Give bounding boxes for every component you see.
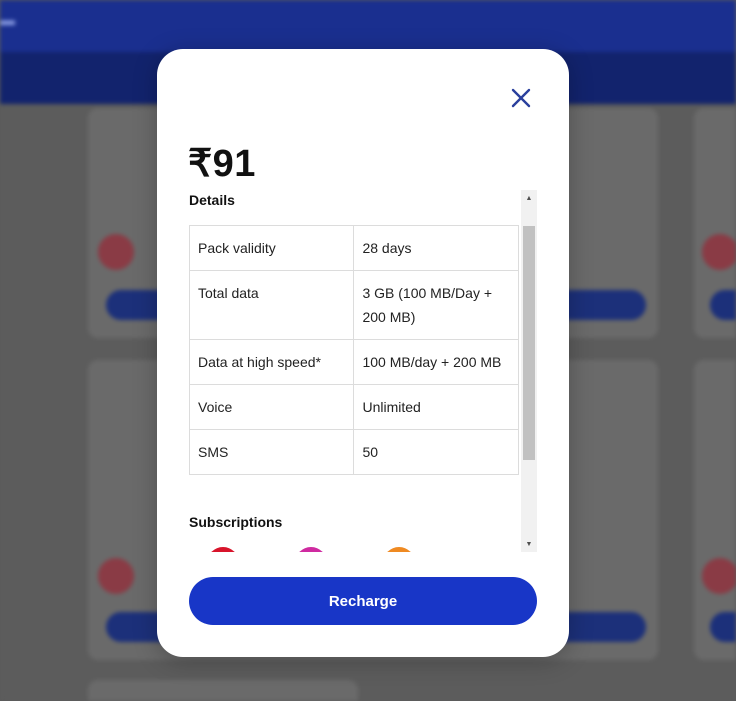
background-plan-card [88,680,358,701]
detail-value: 50 [353,429,519,475]
details-heading: Details [189,192,235,208]
close-icon [511,88,531,108]
details-scrollbar[interactable]: ▲ ▼ [521,190,537,552]
scroll-down-arrow-icon[interactable]: ▼ [521,536,537,552]
scroll-up-arrow-icon[interactable]: ▲ [521,190,537,206]
table-row: SMS 50 [189,429,519,475]
detail-label: Total data [189,270,355,340]
table-row: Pack validity 28 days [189,225,519,271]
details-table: Pack validity 28 days Total data 3 GB (1… [189,225,519,475]
plan-price: ₹91 [188,143,256,185]
background-badge [702,234,736,270]
detail-label: Data at high speed* [189,339,355,385]
background-badge [98,234,134,270]
detail-label: Pack validity [189,225,355,271]
detail-label: Voice [189,384,355,430]
background-button [710,290,736,320]
detail-value: 100 MB/day + 200 MB [353,339,519,385]
detail-value: Unlimited [353,384,519,430]
table-row: Voice Unlimited [189,384,519,430]
scrollbar-thumb[interactable] [523,226,535,460]
recharge-button[interactable]: Recharge [189,577,537,625]
details-scroll-area[interactable]: Pack validity 28 days Total data 3 GB (1… [189,225,519,551]
close-button[interactable] [508,85,534,111]
detail-value: 3 GB (100 MB/Day + 200 MB) [353,270,519,340]
table-row: Total data 3 GB (100 MB/Day + 200 MB) [189,270,519,340]
background-badge [98,558,134,594]
detail-label: SMS [189,429,355,475]
background-top-nav: ▬ [0,0,736,52]
plan-details-modal: ₹91 Details Pack validity 28 days Total … [157,49,569,657]
table-row: Data at high speed* 100 MB/day + 200 MB [189,339,519,385]
subscriptions-heading: Subscriptions [189,514,283,530]
detail-value: 28 days [353,225,519,271]
background-button [710,612,736,642]
background-badge [702,558,736,594]
